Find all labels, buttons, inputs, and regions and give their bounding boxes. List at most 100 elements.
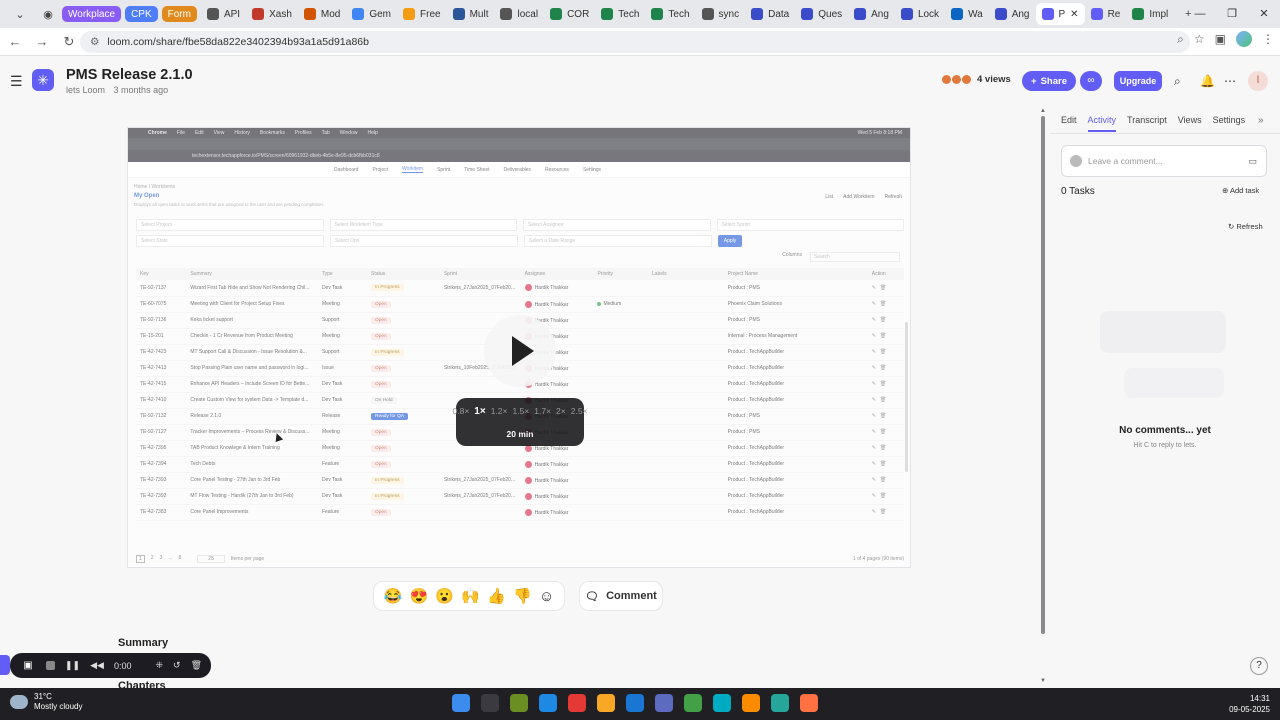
stop-recording-icon[interactable] (46, 661, 55, 670)
speed-option[interactable]: 1× (474, 406, 485, 417)
browser-tab[interactable]: Ques (795, 3, 848, 25)
bookmark-star-icon[interactable]: ☆ (1194, 32, 1205, 46)
notifications-bell-icon[interactable]: 🔔 (1200, 74, 1215, 88)
chrome-icon[interactable] (568, 694, 586, 712)
browser-tab[interactable]: local (494, 3, 544, 25)
add-reaction-icon[interactable]: ☺ (539, 588, 554, 605)
video-comment-icon[interactable]: ▭ (1248, 156, 1257, 167)
profile-avatar[interactable] (1236, 31, 1252, 47)
browser-tab[interactable]: P ✕ (1035, 3, 1085, 25)
browser-tab[interactable]: COR (544, 3, 595, 25)
loom-logo-icon[interactable]: ✳ (32, 69, 54, 91)
vscode-icon[interactable] (626, 694, 644, 712)
browser-tab[interactable]: API (201, 3, 246, 25)
sheets-icon[interactable] (684, 694, 702, 712)
browser-tab[interactable]: Lock (895, 3, 945, 25)
forward-icon[interactable]: → (30, 34, 54, 49)
browser-tab[interactable]: Mod (298, 3, 346, 25)
extensions-icon[interactable]: ▣ (1215, 32, 1226, 46)
browser-tab[interactable]: CPK (125, 6, 158, 22)
maximize-icon[interactable]: ❐ (1216, 0, 1248, 28)
pause-icon[interactable]: ❚❚ (65, 660, 80, 671)
upgrade-button[interactable]: Upgrade (1114, 71, 1162, 91)
browser-tab[interactable]: Free (397, 3, 447, 25)
speed-option[interactable]: 1.2× (491, 406, 508, 417)
tab-list-icon[interactable]: ⌄ (12, 6, 28, 22)
browser-tab[interactable]: Ang (989, 3, 1036, 25)
rewind-icon[interactable]: ◀◀ (90, 660, 104, 671)
browser-tab[interactable]: Workplace (62, 6, 122, 22)
speed-option[interactable]: 0.8× (453, 406, 470, 417)
browser-tab[interactable]: Tech (645, 3, 695, 25)
video-player[interactable]: Chrome File Edit View History Bookmarks Profi… (127, 127, 911, 568)
refresh-button[interactable]: ↻ Refresh (1228, 222, 1263, 231)
start-icon[interactable] (452, 694, 470, 712)
share-button[interactable]: + Share (1022, 71, 1076, 91)
search-taskbar-icon[interactable] (481, 694, 499, 712)
close-tab-icon[interactable]: ✕ (1070, 9, 1078, 20)
browser-tab[interactable]: Mult (447, 3, 495, 25)
browser-tab[interactable]: Impl (1126, 3, 1174, 25)
panel-tab-activity[interactable]: Activity (1087, 115, 1117, 132)
speed-option[interactable]: 1.5× (512, 406, 529, 417)
minimize-icon[interactable]: — (1184, 0, 1216, 28)
edge-icon[interactable] (713, 694, 731, 712)
browser-tab[interactable]: Data (745, 3, 795, 25)
heart-eyes-reaction-icon[interactable]: 😍 (410, 587, 429, 605)
site-info-icon[interactable]: ⚙ (90, 36, 99, 48)
comment-button[interactable]: 🗨 Comment (579, 581, 663, 611)
browser-tab[interactable]: Gem (346, 3, 397, 25)
speed-option[interactable]: 2× (556, 406, 566, 417)
system-clock[interactable]: 14:31 09-05-2025 (1229, 693, 1270, 715)
postman-icon[interactable] (800, 694, 818, 712)
panel-tab-edit[interactable]: Edit (1061, 115, 1077, 132)
panel-tab-settings[interactable]: Settings (1213, 115, 1246, 132)
scrollbar-thumb[interactable] (1041, 116, 1045, 634)
more-options-icon[interactable]: ⋯ (1224, 74, 1236, 88)
restart-icon[interactable]: ↺ (173, 660, 181, 671)
copy-link-button[interactable]: ∞ (1080, 71, 1102, 91)
loom-side-tab[interactable] (0, 655, 10, 675)
thumbs-up-reaction-icon[interactable]: 👍 (487, 587, 506, 605)
address-bar[interactable]: ⚙ loom.com/share/fbe58da822e3402394b93a1… (80, 31, 1190, 53)
teams-icon[interactable] (655, 694, 673, 712)
weather-widget[interactable]: 31°C Mostly cloudy (10, 692, 82, 712)
play-button[interactable] (484, 315, 556, 387)
browser-tab[interactable]: Form (161, 6, 197, 22)
collapse-panel-icon[interactable]: » (1258, 115, 1264, 126)
thumbs-down-reaction-icon[interactable]: 👎 (513, 587, 532, 605)
add-task-button[interactable]: ⊕ Add task (1222, 186, 1259, 195)
drag-handle-icon[interactable]: ⁜ (155, 660, 163, 671)
back-icon[interactable]: ← (3, 34, 27, 49)
profile-icon[interactable]: ◉ (40, 6, 56, 22)
search-icon[interactable]: ⌕ (1174, 74, 1181, 89)
help-icon[interactable]: ? (1250, 657, 1268, 675)
wow-reaction-icon[interactable]: 😮 (435, 587, 454, 605)
close-window-icon[interactable]: ✕ (1248, 0, 1280, 28)
browser-tab[interactable]: Xash (246, 3, 298, 25)
owner-name[interactable]: lets Loom (66, 85, 105, 95)
speed-option[interactable]: 1.7× (534, 406, 551, 417)
delete-icon[interactable]: 🗑 (191, 660, 202, 671)
app-icon-2[interactable] (771, 694, 789, 712)
browser-tab[interactable]: sync (696, 3, 746, 25)
page-scrollbar[interactable]: ▲ ▼ (1040, 108, 1046, 688)
zoom-icon[interactable]: ⌕ (1177, 32, 1184, 47)
browser-tab[interactable]: Re (1085, 3, 1127, 25)
reload-icon[interactable]: ↻ (57, 34, 81, 50)
user-avatar[interactable]: l (1248, 71, 1268, 91)
views-counter[interactable]: 4 views (942, 74, 1011, 85)
browser-tab[interactable]: Wa (945, 3, 989, 25)
menu-icon[interactable]: ☰ (10, 73, 23, 90)
file-explorer-icon[interactable] (597, 694, 615, 712)
brave-icon[interactable] (742, 694, 760, 712)
browser-menu-icon[interactable]: ⋮ (1262, 32, 1274, 46)
outlook-icon[interactable] (539, 694, 557, 712)
raised-hands-reaction-icon[interactable]: 🙌 (461, 587, 480, 605)
scroll-down-icon[interactable]: ▼ (1040, 678, 1046, 684)
speed-option[interactable]: 2.5× (571, 406, 588, 417)
browser-tab[interactable]: Tech (595, 3, 645, 25)
app-icon-1[interactable] (510, 694, 528, 712)
comment-input[interactable]: Leave a comment... ▭ (1061, 145, 1267, 177)
browser-tab[interactable]: Ang (848, 3, 895, 25)
